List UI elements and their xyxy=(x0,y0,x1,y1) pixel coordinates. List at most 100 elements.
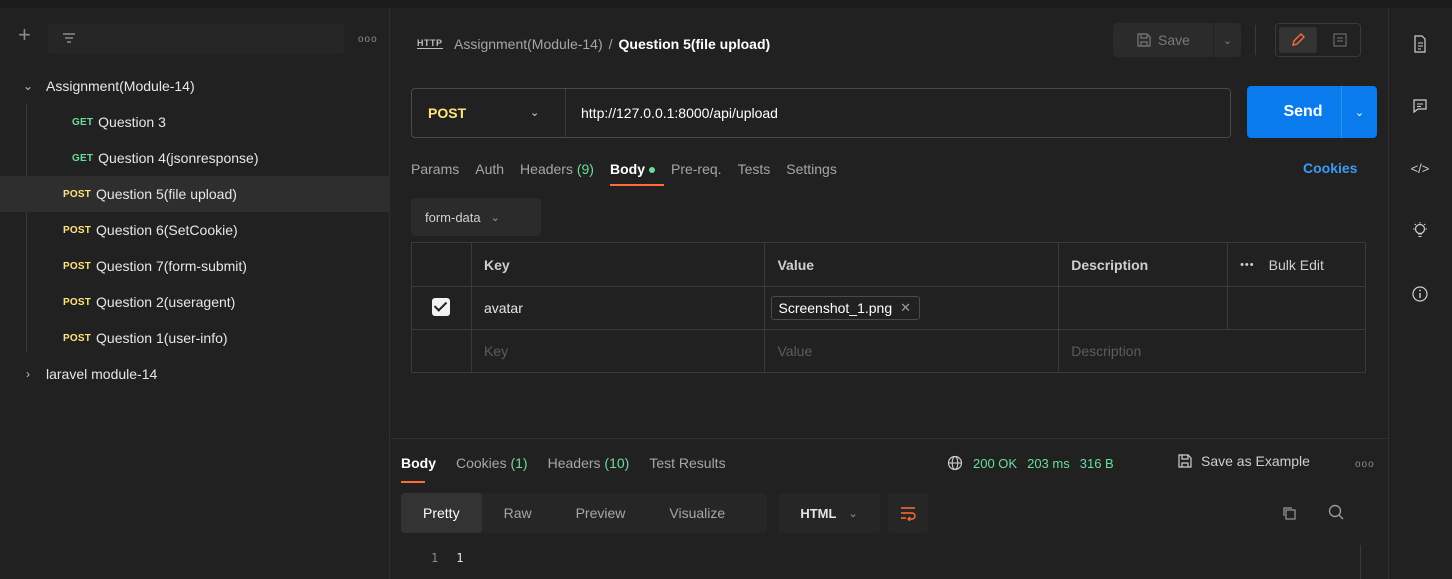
breadcrumb: Assignment(Module-14) / Question 5(file up… xyxy=(454,36,770,52)
tab-tests[interactable]: Tests xyxy=(738,160,771,190)
request-pane: HTTP Assignment(Module-14) / Question 5(fi… xyxy=(391,8,1388,579)
value-placeholder[interactable]: Value xyxy=(764,329,1060,373)
chevron-right-icon[interactable]: › xyxy=(20,367,36,381)
add-icon[interactable]: + xyxy=(18,24,36,46)
breadcrumb-parent[interactable]: Assignment(Module-14) xyxy=(454,36,603,52)
request-tabs: Params Auth Headers (9) Body Pre-req. Te… xyxy=(411,160,837,190)
resp-tab-test-results[interactable]: Test Results xyxy=(649,455,725,471)
tab-label: Cookies xyxy=(456,455,507,471)
lightbulb-icon[interactable] xyxy=(1410,220,1430,240)
tab-count: (9) xyxy=(576,161,594,177)
collection-tree: ⌄ Assignment(Module-14) GET Question 3 G… xyxy=(0,68,390,392)
globe-icon[interactable] xyxy=(947,455,963,471)
row-actions-cell xyxy=(1227,286,1366,330)
top-strip xyxy=(0,0,1452,8)
chevron-down-icon: ⌄ xyxy=(530,107,540,119)
chevron-down-icon[interactable]: ⌄ xyxy=(20,79,36,93)
right-rail: </> xyxy=(1388,8,1452,579)
form-data-table: Key Value Description ••• Bulk Edit avata… xyxy=(411,242,1366,373)
tree-item-question-3[interactable]: GET Question 3 xyxy=(0,104,390,140)
code-icon[interactable]: </> xyxy=(1410,158,1430,178)
send-dropdown-button[interactable]: ⌄ xyxy=(1342,86,1377,138)
tree-item-question-1[interactable]: POST Question 1(user-info) xyxy=(0,320,390,356)
row-checkbox[interactable] xyxy=(432,297,451,316)
chevron-down-icon: ⌄ xyxy=(848,507,858,520)
method-value: POST xyxy=(428,105,467,121)
tab-params[interactable]: Params xyxy=(411,160,459,190)
url-input[interactable]: http://127.0.0.1:8000/api/upload xyxy=(581,105,778,121)
body-mode-select[interactable]: form-data ⌄ xyxy=(411,198,541,236)
save-button[interactable]: Save xyxy=(1113,23,1213,57)
more-icon[interactable]: ooo xyxy=(358,34,378,45)
chevron-down-icon: ⌄ xyxy=(1354,106,1365,119)
tree-item-question-7[interactable]: POST Question 7(form-submit) xyxy=(0,248,390,284)
key-placeholder[interactable]: Key xyxy=(470,329,766,373)
request-label: Question 2(useragent) xyxy=(96,294,236,310)
tab-body[interactable]: Body xyxy=(609,160,664,190)
tree-item-question-4[interactable]: GET Question 4(jsonresponse) xyxy=(0,140,390,176)
search-icon[interactable] xyxy=(1327,503,1345,524)
request-label: Question 7(form-submit) xyxy=(96,258,247,274)
send-button[interactable]: Send xyxy=(1267,86,1339,138)
row-key-cell[interactable]: avatar xyxy=(470,286,766,330)
method-badge: POST xyxy=(63,260,92,272)
info-icon[interactable] xyxy=(1410,284,1430,304)
breadcrumb-current[interactable]: Question 5(file upload) xyxy=(619,36,771,52)
tree-item-question-2[interactable]: POST Question 2(useragent) xyxy=(0,284,390,320)
view-preview[interactable]: Preview xyxy=(554,493,648,533)
response-size[interactable]: 316 B xyxy=(1080,456,1114,471)
view-pretty[interactable]: Pretty xyxy=(401,493,482,533)
request-label: Question 6(SetCookie) xyxy=(96,222,238,238)
tab-auth[interactable]: Auth xyxy=(475,160,504,190)
tree-item-question-5[interactable]: POST Question 5(file upload) xyxy=(0,176,390,212)
copy-icon[interactable] xyxy=(1281,505,1297,524)
sidebar: + ooo ⌄ Assignment(Module-14) GET Questi… xyxy=(0,8,390,579)
response-time[interactable]: 203 ms xyxy=(1027,456,1070,471)
documentation-icon[interactable] xyxy=(1410,34,1430,54)
comment-icon xyxy=(1333,33,1347,47)
request-header: HTTP Assignment(Module-14) / Question 5(fi… xyxy=(391,8,1388,78)
view-visualize[interactable]: Visualize xyxy=(647,493,747,533)
view-raw[interactable]: Raw xyxy=(482,493,554,533)
tree-folder-laravel[interactable]: › laravel module-14 xyxy=(0,356,390,392)
edit-mode-button[interactable] xyxy=(1279,27,1317,53)
row-value-cell[interactable]: Screenshot_1.png ✕ xyxy=(764,286,1060,330)
wrap-lines-button[interactable] xyxy=(888,493,928,533)
save-icon xyxy=(1178,454,1192,468)
table-row-empty: Key Value Description xyxy=(411,329,1366,373)
tab-label: Body xyxy=(609,161,645,177)
url-bar: POST ⌄ http://127.0.0.1:8000/api/upload xyxy=(411,88,1231,138)
tree-folder-assignment[interactable]: ⌄ Assignment(Module-14) xyxy=(0,68,390,104)
bulk-edit-button[interactable]: Bulk Edit xyxy=(1269,257,1324,273)
resp-tab-cookies[interactable]: Cookies (1) xyxy=(456,455,528,471)
filter-input[interactable] xyxy=(48,24,344,54)
more-icon[interactable]: ooo xyxy=(1355,459,1375,470)
tab-settings[interactable]: Settings xyxy=(786,160,837,190)
method-select[interactable]: POST ⌄ xyxy=(412,89,566,137)
row-description-cell[interactable] xyxy=(1058,286,1229,330)
resp-tab-body[interactable]: Body xyxy=(401,455,436,483)
tree-item-question-6[interactable]: POST Question 6(SetCookie) xyxy=(0,212,390,248)
save-dropdown-button[interactable]: ⌄ xyxy=(1214,23,1241,57)
method-badge: POST xyxy=(63,296,92,308)
header-actions: ••• Bulk Edit xyxy=(1227,242,1366,287)
filter-icon xyxy=(63,33,75,43)
method-badge: GET xyxy=(72,116,94,128)
status-code[interactable]: 200 OK xyxy=(973,456,1017,471)
save-as-example-button[interactable]: Save as Example xyxy=(1177,453,1310,469)
close-icon[interactable]: ✕ xyxy=(900,300,911,316)
language-value: HTML xyxy=(800,505,837,521)
language-select[interactable]: HTML ⌄ xyxy=(778,493,880,533)
resp-tab-headers[interactable]: Headers (10) xyxy=(548,455,630,471)
cookies-link[interactable]: Cookies xyxy=(1303,160,1357,176)
save-as-example-label: Save as Example xyxy=(1201,453,1310,469)
docs-mode-button[interactable] xyxy=(1322,27,1358,53)
active-dot-icon xyxy=(648,167,655,174)
tab-headers[interactable]: Headers (9) xyxy=(520,160,594,190)
description-placeholder[interactable]: Description xyxy=(1058,329,1366,373)
tab-count: (10) xyxy=(604,455,630,471)
wrap-icon xyxy=(901,507,916,521)
more-icon[interactable]: ••• xyxy=(1240,259,1255,271)
tab-prereq[interactable]: Pre-req. xyxy=(671,160,722,190)
comments-icon[interactable] xyxy=(1410,96,1430,116)
